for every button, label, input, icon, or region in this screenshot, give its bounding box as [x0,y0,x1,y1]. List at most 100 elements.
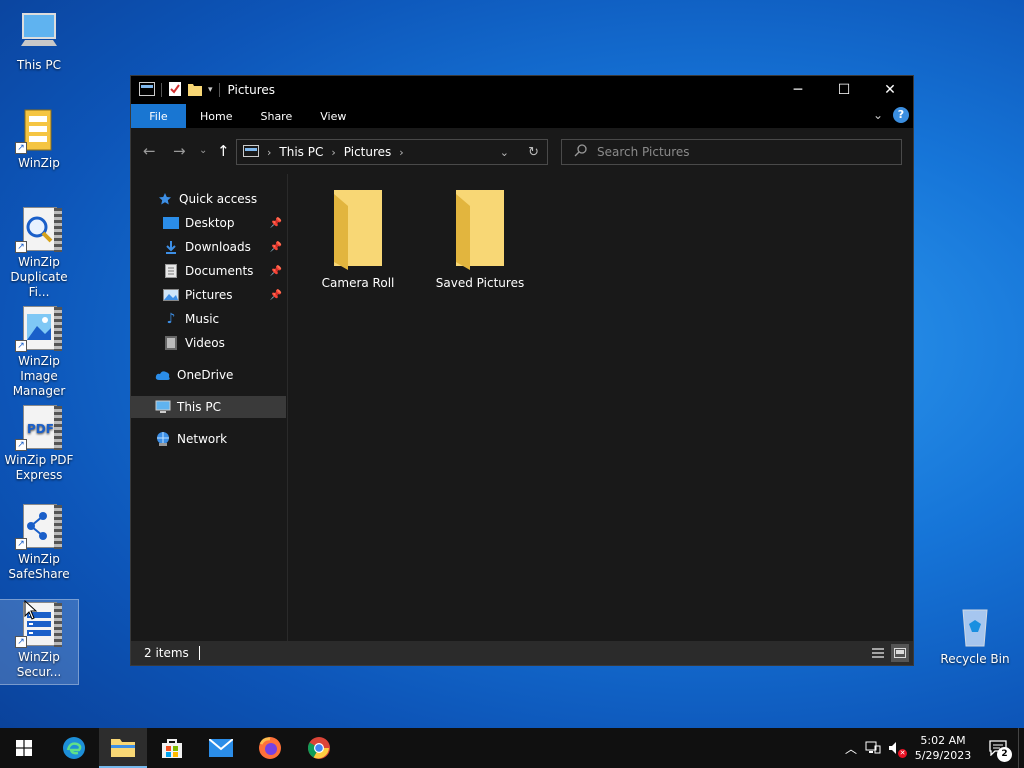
nav-item-videos[interactable]: Videos [131,332,286,354]
breadcrumb-this-pc[interactable]: This PC [279,145,323,159]
quick-access-dropdown-icon[interactable]: ▾ [208,85,213,95]
desktop-icon-label: Recycle Bin [940,652,1010,666]
clock-date: 5/29/2023 [914,749,972,762]
nav-item-network[interactable]: Network [131,428,286,450]
title-bar[interactable]: ▾ Pictures ─ ☐ ✕ [131,76,913,104]
pin-icon[interactable]: 📌 [270,290,282,301]
start-button[interactable] [0,728,48,768]
breadcrumb-pictures[interactable]: Pictures [344,145,392,159]
nav-item-this-pc[interactable]: This PC [131,396,286,418]
minimize-button[interactable]: ─ [775,76,821,104]
desktop-icon-winzip[interactable]: ↗ WinZip [0,106,78,171]
this-pc-small-icon [243,144,259,160]
music-note-icon: ♪ [166,311,176,327]
shortcut-arrow-icon: ↗ [15,636,27,648]
taskbar-edge-button[interactable] [50,728,98,768]
desktop-icon-winzip-safeshare[interactable]: ↗ WinZip SafeShare [0,502,78,582]
folder-item-saved-pictures[interactable]: Saved Pictures [425,190,535,290]
search-input[interactable] [597,145,887,159]
search-box[interactable] [561,139,902,165]
tab-view[interactable]: View [306,104,360,128]
nav-item-quick-access[interactable]: Quick access [131,188,286,210]
nav-item-pictures[interactable]: Pictures 📌 [131,284,286,306]
winzip-image-manager-icon: ↗ [15,304,63,352]
folder-icon [452,190,508,270]
expand-ribbon-icon[interactable]: ⌄ [873,108,883,122]
network-icon [155,431,171,447]
nav-item-onedrive[interactable]: OneDrive [131,364,286,386]
mail-envelope-icon [209,739,233,757]
taskbar-mail-button[interactable] [197,728,245,768]
taskbar-firefox-button[interactable] [246,728,294,768]
nav-item-downloads[interactable]: Downloads 📌 [131,236,286,258]
tab-share[interactable]: Share [246,104,306,128]
desktop-icon-winzip-pdf-express[interactable]: PDF ↗ WinZip PDF Express [0,403,78,483]
windows-logo-icon [16,740,32,756]
folder-icon [330,190,386,270]
shortcut-arrow-icon: ↗ [15,538,27,550]
address-bar[interactable]: › This PC › Pictures › ⌄ ↻ [236,139,548,165]
breadcrumb-separator-icon: › [267,145,272,159]
desktop-icon-winzip-image-manager[interactable]: ↗ WinZip Image Manager [0,304,78,399]
help-icon[interactable]: ? [893,107,909,123]
up-arrow-icon[interactable]: ↑ [217,142,230,160]
desktop-icon-label: WinZip Secur... [16,650,62,679]
edge-icon [63,737,85,759]
winzip-safeshare-icon: ↗ [15,502,63,550]
taskbar-store-button[interactable] [148,728,196,768]
desktop-icon-this-pc[interactable]: This PC [0,8,78,73]
desktop-icon-winzip-duplicate[interactable]: ↗ WinZip Duplicate Fi... [0,205,78,300]
close-button[interactable]: ✕ [867,76,913,104]
network-status-icon[interactable] [862,741,884,755]
large-icons-view-button[interactable] [891,644,909,662]
clock-time: 5:02 AM [920,734,966,747]
back-arrow-icon[interactable]: ← [143,142,156,160]
folder-label: Camera Roll [321,276,395,290]
tab-home[interactable]: Home [186,104,246,128]
new-folder-icon[interactable] [188,82,202,99]
cloud-icon [155,367,171,383]
recent-locations-chevron-icon[interactable]: ⌄ [199,145,207,156]
nav-item-music[interactable]: ♪ Music [131,308,286,330]
taskbar-chrome-button[interactable] [295,728,343,768]
address-toolbar: ← → ⌄ ↑ › This PC › Pictures › ⌄ ↻ [131,128,913,174]
show-hidden-icons-chevron-icon[interactable]: ︿ [840,740,862,757]
show-desktop-button[interactable] [1018,728,1024,768]
breadcrumb-separator-icon: › [399,145,404,159]
desktop-icon-label: WinZip Duplicate Fi... [10,255,68,299]
nav-item-desktop[interactable]: Desktop 📌 [131,212,286,234]
maximize-button[interactable]: ☐ [821,76,867,104]
action-center-button[interactable]: 2 [978,740,1018,762]
winzip-icon: ↗ [15,106,63,154]
desktop-icon-label: This PC [17,58,61,72]
clock[interactable]: 5:02 AM 5/29/2023 [908,733,978,763]
desktop-icon-label: WinZip SafeShare [8,552,70,581]
desktop-folder-icon [163,215,179,231]
taskbar-file-explorer-button[interactable] [99,728,147,768]
desktop-icon-winzip-secure[interactable]: ↗ WinZip Secur... [0,599,79,685]
shortcut-arrow-icon: ↗ [15,340,27,352]
forward-arrow-icon[interactable]: → [173,142,186,160]
file-explorer-window: ▾ Pictures ─ ☐ ✕ File Home Share View ⌄ … [130,75,914,666]
tab-file[interactable]: File [131,104,186,128]
winzip-secure-backup-icon: ↗ [15,600,63,648]
details-view-button[interactable] [869,644,887,662]
nav-item-documents[interactable]: Documents 📌 [131,260,286,282]
address-dropdown-icon[interactable]: ⌄ [500,146,509,159]
svg-text:PDF: PDF [27,422,54,436]
volume-muted-icon[interactable]: ✕ [884,741,908,758]
pin-icon[interactable]: 📌 [270,218,282,229]
divider [218,83,220,97]
pin-icon[interactable]: 📌 [270,266,282,277]
explorer-app-icon[interactable] [139,81,155,99]
recycle-bin-icon [951,602,999,650]
divider [161,83,162,97]
film-icon [163,335,179,351]
folder-item-camera-roll[interactable]: Camera Roll [303,190,413,290]
pin-icon[interactable]: 📌 [270,242,282,253]
properties-icon[interactable] [168,81,182,100]
mouse-cursor-icon [24,600,38,620]
refresh-icon[interactable]: ↻ [528,145,539,160]
desktop-icon-recycle-bin[interactable]: Recycle Bin [936,602,1014,667]
store-bag-icon [162,739,182,758]
